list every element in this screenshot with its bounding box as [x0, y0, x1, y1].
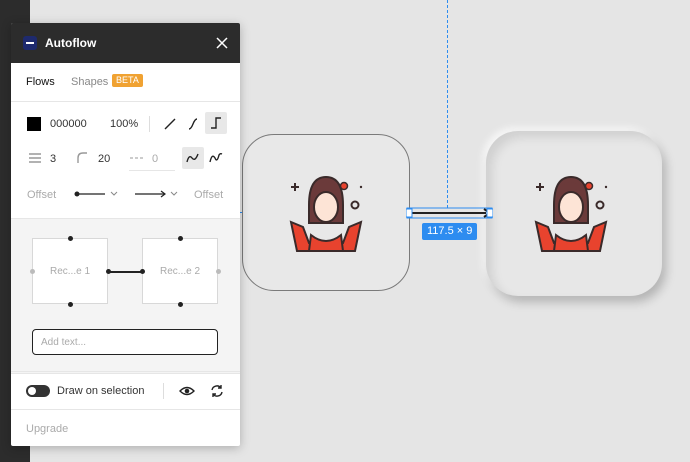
corner-radius-icon [77, 152, 87, 163]
autoflow-panel: Autoflow Flows Shapes BETA 000000 100% 3… [11, 23, 240, 446]
stroke-color-swatch[interactable] [27, 117, 41, 131]
anchor-dot[interactable] [68, 236, 73, 241]
end-cap-dropdown[interactable] [133, 186, 181, 202]
line-straight-icon[interactable] [159, 113, 181, 135]
preview-connector [109, 271, 142, 273]
divider [149, 116, 150, 132]
tab-flows[interactable]: Flows [26, 76, 55, 88]
preview-node-a: Rec...e 1 [32, 238, 108, 304]
anchor-dot[interactable] [216, 269, 221, 274]
dash-pattern-icon [130, 157, 143, 159]
upgrade-link[interactable]: Upgrade [26, 423, 68, 435]
stroke-weight-value[interactable]: 3 [50, 153, 56, 165]
path-smooth-icon[interactable] [182, 147, 204, 169]
panel-tabs: Flows Shapes BETA [11, 63, 240, 102]
divider [163, 383, 164, 399]
preview-node-a-label: Rec...e 1 [49, 266, 91, 277]
alignment-guide-vertical [447, 0, 448, 208]
start-offset-label[interactable]: Offset [27, 189, 56, 201]
close-icon[interactable] [214, 35, 230, 51]
divider [129, 170, 175, 171]
start-cap-dropdown[interactable] [73, 186, 121, 202]
anchor-dot[interactable] [68, 302, 73, 307]
connector-text-input[interactable]: Add text... [32, 329, 218, 355]
line-elbow-icon[interactable] [205, 112, 227, 134]
girl-illustration-icon [289, 175, 363, 252]
preview-node-b-label: Rec...e 2 [159, 266, 201, 277]
anchor-dot[interactable] [178, 302, 183, 307]
divider [11, 371, 240, 372]
autoflow-logo-icon [23, 36, 37, 50]
eye-icon[interactable] [176, 380, 198, 402]
girl-illustration-icon [534, 175, 608, 252]
stroke-color-hex[interactable]: 000000 [50, 118, 87, 130]
divider [11, 409, 240, 410]
dash-pattern-value[interactable]: 0 [152, 153, 158, 165]
panel-titlebar: Autoflow [11, 23, 240, 63]
stroke-opacity[interactable]: 100% [110, 118, 138, 130]
tab-shapes[interactable]: Shapes [71, 76, 108, 88]
path-wavy-icon[interactable] [205, 147, 227, 169]
anchor-dot[interactable] [30, 269, 35, 274]
panel-title: Autoflow [45, 36, 97, 50]
flow-connector-arrow[interactable] [406, 206, 493, 220]
draw-on-selection-label: Draw on selection [57, 385, 145, 397]
anchor-dot[interactable] [178, 236, 183, 241]
draw-on-selection-toggle[interactable] [26, 385, 50, 397]
refresh-icon[interactable] [206, 380, 228, 402]
line-curved-icon[interactable] [182, 113, 204, 135]
canvas-frame-1[interactable] [242, 134, 410, 291]
corner-radius-value[interactable]: 20 [98, 153, 110, 165]
measurement-label: 117.5 × 9 [422, 223, 478, 240]
end-offset-label[interactable]: Offset [194, 189, 223, 201]
beta-badge: BETA [112, 74, 143, 87]
stroke-weight-icon [29, 153, 41, 163]
preview-node-b: Rec...e 2 [142, 238, 218, 304]
canvas-frame-2[interactable] [486, 131, 662, 296]
